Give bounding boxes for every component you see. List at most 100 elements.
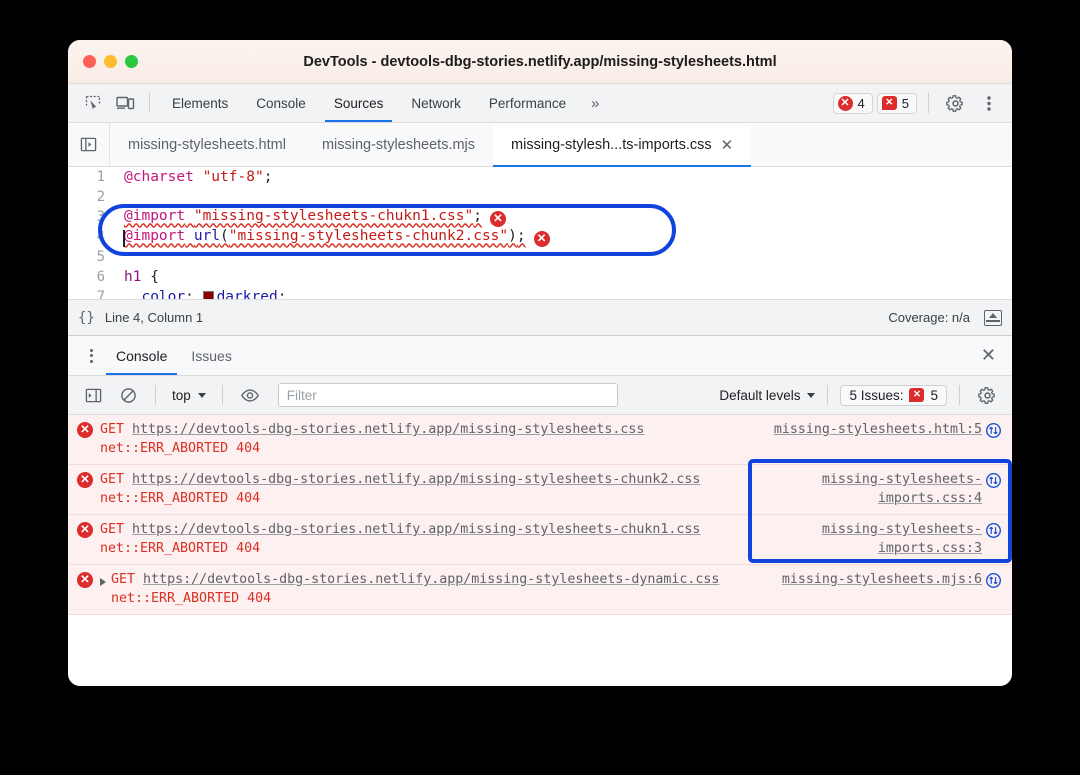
console-message-list[interactable]: ✕ GET https://devtools-dbg-stories.netlif… [68, 415, 1012, 619]
message-source-link[interactable]: missing-stylesheets-imports.css:3 [750, 520, 982, 558]
color-swatch[interactable] [202, 291, 214, 299]
line-number: 5 [96, 249, 105, 265]
kebab-menu-icon[interactable] [78, 348, 104, 363]
console-issues-chip[interactable]: 5 Issues: ✕ 5 [840, 384, 947, 406]
error-count-chip[interactable]: ✕ 4 [832, 92, 873, 114]
file-tab-missing-stylesheets-mjs[interactable]: missing-stylesheets.mjs [304, 123, 493, 166]
code-editor[interactable]: 1 @charset "utf-8"; 2 3 @import "missing-sty… [68, 167, 1012, 299]
tab-elements-label: Elements [172, 95, 229, 111]
error-circle-icon: ✕ [77, 522, 93, 538]
tab-elements[interactable]: Elements [159, 84, 241, 122]
chevron-down-icon [197, 392, 206, 398]
code-token: @import [124, 227, 186, 244]
more-panels-button[interactable]: » [581, 95, 607, 112]
console-filter-input[interactable]: Filter [277, 383, 618, 407]
code-token: { [141, 269, 159, 285]
cursor-position-label: Line 4, Column 1 [104, 310, 204, 325]
drawer-tab-label: Issues [191, 347, 232, 364]
pretty-print-icon[interactable]: {} [78, 310, 95, 326]
tab-sources[interactable]: Sources [321, 84, 397, 122]
request-url-link[interactable]: https://devtools-dbg-stories.netlify.app… [132, 522, 700, 537]
console-toolbar: top Filter Default levels 5 Issues: ✕ 5 [68, 376, 1012, 415]
code-token: ) [508, 227, 517, 244]
expand-triangle-icon[interactable] [100, 578, 106, 586]
message-source-link[interactable]: missing-stylesheets.html:5 [750, 420, 982, 458]
code-token: "missing-stylesheets-chukn1.css" [193, 207, 474, 224]
inline-error-badge[interactable]: ✕ [533, 230, 550, 247]
console-sidebar-icon[interactable] [78, 381, 108, 409]
file-tab-missing-stylesheets-imports-css[interactable]: missing-stylesh...ts-imports.css ✕ [493, 123, 752, 167]
console-message[interactable]: ✕ GET https://devtools-dbg-stories.netlif… [68, 465, 1012, 515]
code-line: 1 @charset "utf-8"; [68, 167, 1012, 187]
file-tab-label: missing-stylesheets.html [128, 136, 286, 153]
network-request-icon[interactable] [982, 522, 1004, 558]
request-url-link[interactable]: https://devtools-dbg-stories.netlify.app… [143, 572, 719, 587]
network-request-icon[interactable] [982, 422, 1004, 458]
line-number: 7 [96, 289, 105, 299]
request-url-link[interactable]: https://devtools-dbg-stories.netlify.app… [132, 422, 644, 437]
console-prompt-row[interactable]: › [68, 615, 1012, 619]
error-circle-icon: ✕ [77, 472, 93, 488]
tab-console-label: Console [256, 95, 306, 111]
error-status-text: net::ERR_ABORTED 404 [111, 591, 272, 606]
issue-count-label: 5 [901, 95, 909, 111]
line-number: 4 [96, 229, 105, 245]
error-status-text: net::ERR_ABORTED 404 [100, 441, 261, 456]
console-message[interactable]: ✕ GET https://devtools-dbg-stories.netlif… [68, 415, 1012, 465]
message-source-link[interactable]: missing-stylesheets-imports.css:4 [750, 470, 982, 508]
close-drawer-icon[interactable]: ✕ [981, 345, 1002, 366]
window-title-bar: DevTools - devtools-dbg-stories.netlify.… [68, 40, 1012, 84]
code-line: 4 @import url("missing-stylesheets-chunk2… [68, 227, 1012, 247]
source-file-tabs: missing-stylesheets.html missing-stylesh… [68, 123, 1012, 167]
chevron-down-icon [807, 392, 816, 398]
toolbar-divider [149, 93, 150, 113]
kebab-menu-icon[interactable] [974, 89, 1004, 117]
coverage-label: Coverage: n/a [888, 310, 970, 325]
close-window-button[interactable] [83, 55, 96, 68]
show-navigator-icon[interactable] [68, 123, 110, 166]
message-source-link[interactable]: missing-stylesheets.mjs:6 [750, 570, 982, 608]
code-token: @charset [124, 169, 194, 185]
live-expression-icon[interactable] [235, 381, 265, 409]
gear-icon[interactable] [940, 89, 970, 117]
request-method: GET [111, 572, 136, 587]
file-tab-missing-stylesheets-html[interactable]: missing-stylesheets.html [110, 123, 304, 166]
tab-console[interactable]: Console [243, 84, 319, 122]
close-icon[interactable]: ✕ [721, 136, 734, 154]
file-tab-label: missing-stylesh...ts-imports.css [511, 136, 712, 153]
gear-icon[interactable] [972, 381, 1002, 409]
code-token: darkred [216, 289, 278, 299]
console-message-text: GET https://devtools-dbg-stories.netlify… [111, 570, 750, 608]
dock-to-bottom-icon[interactable] [984, 309, 1002, 326]
window-title: DevTools - devtools-dbg-stories.netlify.… [303, 53, 777, 70]
console-log-levels-selector[interactable]: Default levels [719, 387, 816, 403]
network-request-icon[interactable] [982, 572, 1004, 608]
code-token: color [124, 289, 186, 299]
request-method: GET [100, 522, 125, 537]
network-request-icon[interactable] [982, 472, 1004, 508]
request-url-link[interactable]: https://devtools-dbg-stories.netlify.app… [132, 472, 700, 487]
minimize-window-button[interactable] [104, 55, 117, 68]
console-message[interactable]: ✕ GET https://devtools-dbg-stories.netlif… [68, 515, 1012, 565]
drawer-tab-issues[interactable]: Issues [179, 336, 243, 375]
dock-triangle [989, 312, 997, 318]
device-toolbar-icon[interactable] [110, 89, 140, 117]
code-token: ; [473, 207, 482, 224]
console-context-selector[interactable]: top [168, 388, 210, 403]
console-log-levels-label: Default levels [719, 387, 801, 403]
line-number: 6 [96, 269, 105, 285]
console-message-text: GET https://devtools-dbg-stories.netlify… [100, 470, 750, 508]
console-message[interactable]: ✕ GET https://devtools-dbg-stories.netlif… [68, 565, 1012, 615]
issue-count-chip[interactable]: ✕ 5 [876, 92, 917, 114]
code-line: 7 color: darkred; [68, 287, 1012, 299]
inline-error-badge[interactable]: ✕ [489, 210, 506, 227]
code-token: "utf-8" [202, 169, 264, 185]
line-number: 3 [96, 209, 105, 225]
tab-performance[interactable]: Performance [476, 84, 579, 122]
code-token: ; [516, 227, 526, 244]
maximize-window-button[interactable] [125, 55, 138, 68]
inspect-element-icon[interactable] [78, 89, 108, 117]
clear-console-icon[interactable] [113, 381, 143, 409]
tab-network[interactable]: Network [398, 84, 474, 122]
drawer-tab-console[interactable]: Console [104, 336, 179, 375]
